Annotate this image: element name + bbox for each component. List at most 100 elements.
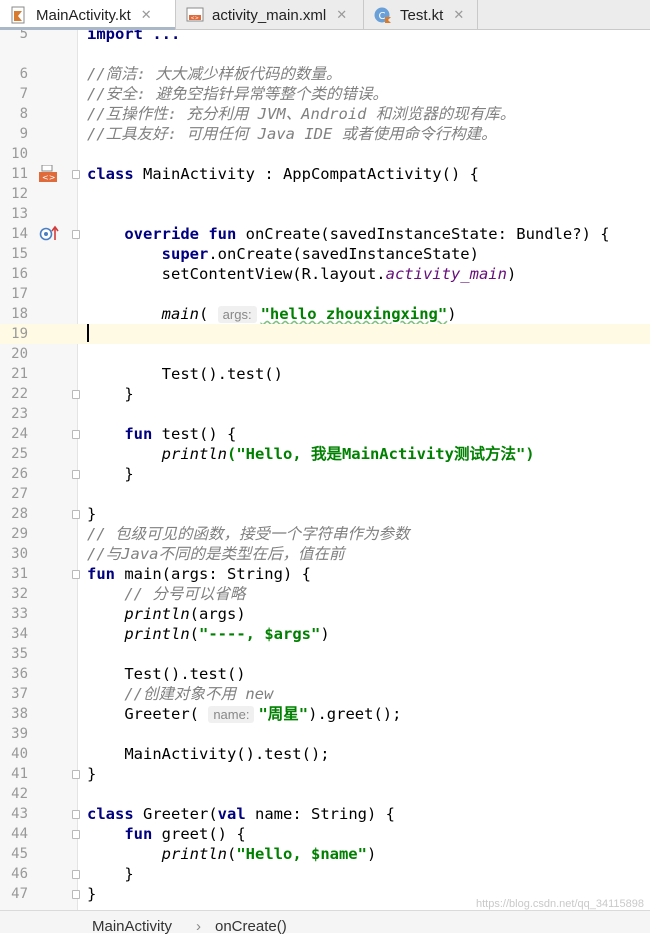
fold-toggle-icon[interactable] (72, 230, 80, 239)
string-template: $name (310, 845, 358, 863)
code-text: (args) (189, 605, 246, 623)
fold-toggle-icon[interactable] (72, 170, 80, 179)
code-line: 12 (0, 184, 650, 204)
string-literal: "周星" (258, 705, 309, 723)
keyword: class (87, 805, 134, 823)
code-line: 39 (0, 724, 650, 744)
code-line: 11 <> class MainActivity : AppCompatActi… (0, 164, 650, 184)
line-number: 28 (11, 506, 28, 522)
fold-end-icon[interactable] (72, 510, 80, 519)
code-line: 17 (0, 284, 650, 304)
svg-text:C: C (379, 11, 386, 22)
code-text: Test().test() (161, 365, 283, 383)
string-literal: " (311, 625, 321, 643)
code-line: 33 println(args) (0, 604, 650, 624)
fold-toggle-icon[interactable] (72, 830, 80, 839)
code-text: main(args: String) { (115, 565, 311, 583)
code-line: 22 } (0, 384, 650, 404)
fold-end-icon[interactable] (72, 870, 80, 879)
code-line: 21 Test().test() (0, 364, 650, 384)
fold-toggle-icon[interactable] (72, 430, 80, 439)
code-editor[interactable]: 5 import ... 6 //简洁: 大大减少样板代码的数量。 7 //安全… (0, 30, 650, 910)
line-number: 44 (11, 826, 28, 842)
line-code: override fun onCreate(savedInstanceState… (87, 224, 609, 244)
line-number: 14 (11, 226, 28, 242)
code-text: MainActivity().test(); (124, 745, 330, 763)
line-number: 33 (11, 606, 28, 622)
string-literal: "Hello, (236, 845, 311, 863)
line-code: } (87, 384, 133, 404)
line-number: 31 (11, 566, 28, 582)
code-line: 7 //安全: 避免空指针异常等整个类的错误。 (0, 84, 650, 104)
override-gutter-icon[interactable] (38, 225, 60, 243)
close-icon[interactable]: ✕ (453, 7, 464, 23)
comment: //与Java不同的是类型在后，值在前 (87, 545, 345, 563)
code-text: } (87, 765, 97, 783)
code-text: greet() { (152, 825, 246, 843)
code-text: Greeter( (133, 805, 218, 823)
line-number: 27 (11, 486, 28, 502)
breadcrumb: MainActivity › onCreate() (0, 910, 650, 935)
kotlin-file-icon (10, 6, 28, 24)
line-number: 17 (11, 286, 28, 302)
close-icon[interactable]: ✕ (141, 7, 152, 23)
svg-text:<>: <> (42, 173, 55, 182)
comment: //安全: 避免空指针异常等整个类的错误。 (87, 85, 388, 103)
line-number: 25 (11, 446, 28, 462)
keyword: fun (124, 425, 153, 443)
fold-end-icon[interactable] (72, 390, 80, 399)
line-number: 32 (11, 586, 28, 602)
fold-end-icon[interactable] (72, 770, 80, 779)
line-code: class MainActivity : AppCompatActivity()… (87, 164, 479, 184)
fold-end-icon[interactable] (72, 470, 80, 479)
line-number: 21 (11, 366, 28, 382)
code-line: 46 } (0, 864, 650, 884)
tab-test-kt[interactable]: C Test.kt ✕ (364, 0, 478, 30)
line-number: 18 (11, 306, 28, 322)
code-line: 10 (0, 144, 650, 164)
line-number: 23 (11, 406, 28, 422)
line-code: println(args) (87, 604, 246, 624)
line-code: class Greeter(val name: String) { (87, 804, 395, 824)
fold-toggle-icon[interactable] (72, 570, 80, 579)
line-code: // 分号可以省略 (87, 584, 245, 604)
code-text: ) (320, 625, 330, 643)
resource-ref: activity_main (385, 265, 507, 283)
line-number: 8 (19, 106, 28, 122)
code-line: 5 import ... (0, 30, 650, 44)
code-line: 31 fun main(args: String) { (0, 564, 650, 584)
keyword: val (217, 805, 246, 823)
code-text: Greeter( (124, 705, 209, 723)
tab-activity-main-xml[interactable]: <> activity_main.xml ✕ (176, 0, 364, 30)
line-code: } (87, 884, 96, 904)
tab-mainactivity-kt[interactable]: MainActivity.kt ✕ (0, 0, 176, 30)
line-number: 11 (11, 166, 28, 182)
current-line[interactable]: 19 (0, 324, 650, 344)
tab-label: MainActivity.kt (36, 6, 131, 24)
line-number: 24 (11, 426, 28, 442)
code-line: 23 (0, 404, 650, 424)
code-line: 6 //简洁: 大大减少样板代码的数量。 (0, 64, 650, 84)
line-number: 36 (11, 666, 28, 682)
function-call: println (161, 445, 227, 463)
line-number: 5 (19, 30, 28, 42)
fold-end-icon[interactable] (72, 890, 80, 899)
code-line: 27 (0, 484, 650, 504)
close-icon[interactable]: ✕ (336, 7, 347, 23)
line-number: 10 (11, 146, 28, 162)
fold-toggle-icon[interactable] (72, 810, 80, 819)
comment: // 包级可见的函数，接受一个字符串作为参数 (87, 525, 410, 543)
code-line: 8 //互操作性: 充分利用 JVM、Android 和浏览器的现有库。 (0, 104, 650, 124)
code-line: 30 //与Java不同的是类型在后，值在前 (0, 544, 650, 564)
line-code: main( args: "hello zhouxingxing") (87, 304, 457, 324)
string-literal: " (357, 845, 367, 863)
keyword: class (87, 165, 134, 183)
code-text: MainActivity : AppCompatActivity() { (133, 165, 479, 183)
code-text: ( (226, 845, 237, 863)
line-code: fun greet() { (87, 824, 246, 844)
activity-layout-gutter-icon[interactable]: <> (38, 164, 60, 183)
line-code: fun main(args: String) { (87, 564, 311, 584)
watermark: https://blog.csdn.net/qq_34115898 (476, 898, 644, 910)
line-code: setContentView(R.layout.activity_main) (87, 264, 517, 284)
line-number: 35 (11, 646, 28, 662)
